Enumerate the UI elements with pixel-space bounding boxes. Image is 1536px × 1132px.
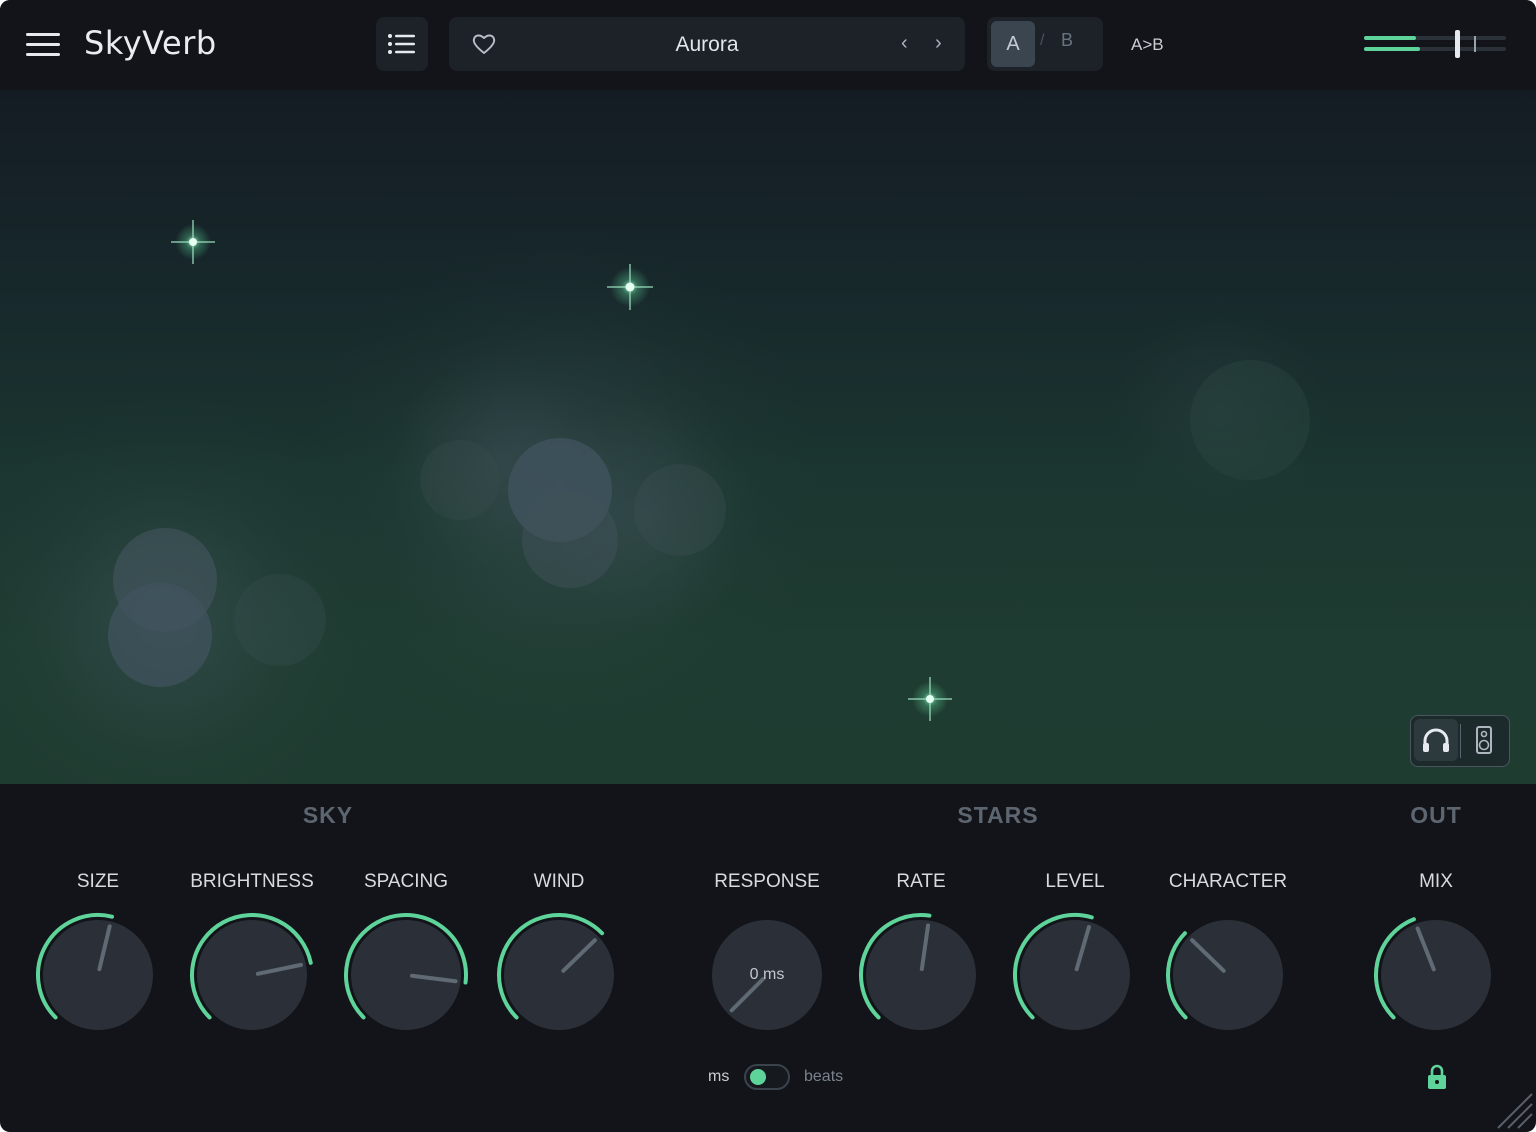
ab-separator: / xyxy=(1040,32,1045,49)
reverb-cloud-right xyxy=(1110,300,1330,520)
next-preset-button[interactable]: › xyxy=(935,32,942,55)
list-icon xyxy=(388,34,415,54)
knob-label-size: SIZE xyxy=(76,871,120,892)
response-unit-toggle[interactable] xyxy=(744,1064,790,1090)
knob-label-response: RESPONSE xyxy=(714,871,820,892)
lock-icon[interactable] xyxy=(1425,1064,1449,1090)
monitor-divider xyxy=(1460,724,1461,758)
resize-grip-icon[interactable] xyxy=(1494,1090,1534,1130)
visualizer-canvas xyxy=(0,220,1330,784)
level-knob-graphic xyxy=(1013,913,1130,1030)
rate-knob[interactable] xyxy=(856,910,986,1040)
plugin-window: SkyVerb Aurora ‹ › A / B A>B SKY STARS O… xyxy=(0,0,1536,1132)
brightness-knob[interactable] xyxy=(187,910,317,1040)
knob-label-rate: RATE xyxy=(896,871,946,892)
header-bar: SkyVerb Aurora ‹ › A / B A>B xyxy=(0,0,1536,90)
knob-label-wind: WIND xyxy=(533,871,585,892)
size-knob[interactable] xyxy=(33,910,163,1040)
character-knob[interactable] xyxy=(1163,910,1293,1040)
section-title-out: OUT xyxy=(1410,802,1462,828)
wind-knob-body xyxy=(504,920,614,1030)
spacing-knob-graphic xyxy=(344,913,468,1030)
preset-selector: Aurora ‹ › xyxy=(449,17,965,71)
star-marker[interactable] xyxy=(908,677,952,721)
response-knob-graphic xyxy=(712,920,822,1030)
spacing-knob-body xyxy=(351,920,461,1030)
hamburger-menu-icon[interactable] xyxy=(26,31,62,59)
mix-knob-body xyxy=(1381,920,1491,1030)
mix-knob[interactable] xyxy=(1371,910,1501,1040)
headphones-icon xyxy=(1423,728,1449,752)
knob-label-spacing: SPACING xyxy=(363,871,449,892)
monitor-mode-toggle xyxy=(1410,715,1510,767)
preset-name[interactable]: Aurora xyxy=(449,33,965,57)
response-knob[interactable]: 0 ms xyxy=(702,910,832,1040)
brightness-knob-graphic xyxy=(190,913,313,1030)
level-meter-icon[interactable] xyxy=(1364,30,1506,58)
state-a-button[interactable]: A xyxy=(991,21,1035,67)
reverb-visualizer[interactable] xyxy=(0,90,1536,784)
knob-label-level: LEVEL xyxy=(1045,871,1105,892)
knob-label-mix: MIX xyxy=(1419,871,1453,892)
toggle-knob xyxy=(750,1069,766,1085)
unit-label-beats: beats xyxy=(804,1068,844,1085)
copy-a-to-b-button[interactable]: A>B xyxy=(1131,35,1164,55)
spacing-knob[interactable] xyxy=(341,910,471,1040)
previous-preset-button[interactable]: ‹ xyxy=(901,32,908,55)
character-knob-graphic xyxy=(1166,920,1283,1030)
speaker-button[interactable] xyxy=(1462,719,1506,761)
brightness-knob-body xyxy=(197,920,307,1030)
knob-label-character: CHARACTER xyxy=(1168,871,1288,892)
section-title-sky: SKY xyxy=(302,802,354,828)
rate-knob-graphic xyxy=(859,913,976,1030)
mix-knob-graphic xyxy=(1374,917,1491,1030)
rate-knob-body xyxy=(866,920,976,1030)
preset-list-button[interactable] xyxy=(376,17,428,71)
unit-label-ms: ms xyxy=(708,1068,730,1085)
headphones-button[interactable] xyxy=(1414,719,1458,761)
ab-compare-group: A / B xyxy=(987,17,1103,71)
level-knob[interactable] xyxy=(1010,910,1140,1040)
size-knob-graphic xyxy=(36,913,153,1030)
knob-label-brightness: BRIGHTNESS xyxy=(190,871,314,892)
wind-knob[interactable] xyxy=(494,910,624,1040)
app-title: SkyVerb xyxy=(84,24,217,62)
wind-knob-graphic xyxy=(497,913,614,1030)
speaker-icon xyxy=(1476,726,1492,754)
size-knob-body xyxy=(43,920,153,1030)
response-knob-body xyxy=(712,920,822,1030)
section-title-stars: STARS xyxy=(957,802,1039,828)
star-marker[interactable] xyxy=(171,220,215,264)
state-b-button[interactable]: B xyxy=(1061,30,1073,51)
level-knob-body xyxy=(1020,920,1130,1030)
character-knob-body xyxy=(1173,920,1283,1030)
